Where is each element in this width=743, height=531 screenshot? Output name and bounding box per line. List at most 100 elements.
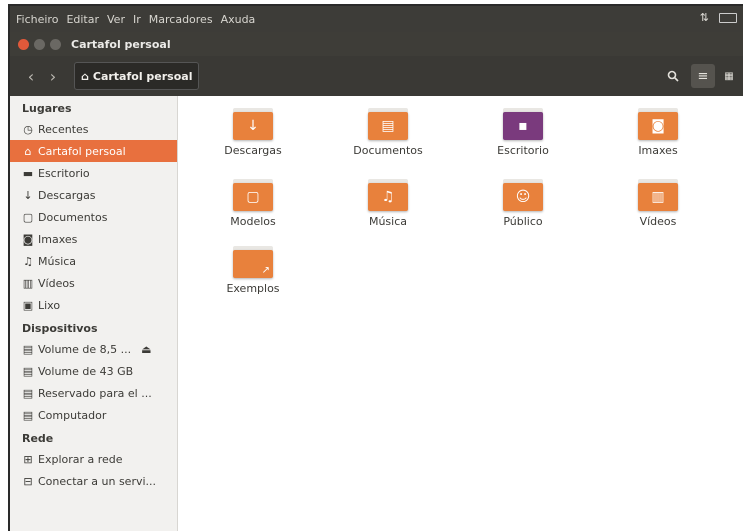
- sidebar-item-explorar-rede[interactable]: ⊞ Explorar a rede: [10, 448, 177, 470]
- desktop-icon: ▪: [503, 112, 543, 140]
- sidebar-item-documentos[interactable]: ▢ Documentos: [10, 206, 177, 228]
- maximize-button[interactable]: [50, 38, 61, 50]
- sidebar-item-volume-8-5[interactable]: ▤ Volume de 8,5 ... ⏏: [10, 338, 177, 360]
- sidebar-item-label: Imaxes: [38, 232, 78, 246]
- sidebar-header-devices: Dispositivos: [22, 322, 98, 335]
- folder-icon: ☺: [503, 179, 543, 211]
- folder-icon: ▪: [503, 108, 543, 140]
- music-icon: ♫: [23, 254, 33, 268]
- toolbar: ‹ › ⌂ Cartafol persoal ≡ ▦: [10, 56, 743, 96]
- sidebar-item-musica[interactable]: ♫ Música: [10, 250, 177, 272]
- sidebar-header-places: Lugares: [22, 102, 72, 115]
- sidebar-item-volume-43gb[interactable]: ▤ Volume de 43 GB: [10, 360, 177, 382]
- menu-axuda[interactable]: Axuda: [221, 13, 256, 26]
- sidebar-item-label: Conectar a un servi...: [38, 474, 157, 488]
- menu-ver[interactable]: Ver: [107, 13, 125, 26]
- link-icon: ↗: [233, 250, 273, 278]
- sidebar-item-label: Documentos: [38, 210, 108, 224]
- camera-icon: ◙: [638, 112, 678, 140]
- sidebar-item-recentes[interactable]: ◷ Recentes: [10, 118, 177, 140]
- path-button-home[interactable]: ⌂ Cartafol persoal: [74, 62, 200, 90]
- film-icon: ▥: [22, 276, 34, 290]
- folder-musica[interactable]: ♫ Música: [333, 179, 443, 228]
- sidebar-item-descargas[interactable]: ↓ Descargas: [10, 184, 177, 206]
- menu-ir[interactable]: Ir: [133, 13, 141, 26]
- folder-label: Escritorio: [497, 144, 549, 157]
- camera-icon: ◙: [22, 232, 34, 246]
- file-manager-window: Ficheiro Editar Ver Ir Marcadores Axuda …: [8, 4, 743, 531]
- folder-icon: ↗: [233, 246, 273, 278]
- sidebar-item-escritorio[interactable]: ▬ Escritorio: [10, 162, 177, 184]
- folder-label: Descargas: [224, 144, 282, 157]
- menu-bar: Ficheiro Editar Ver Ir Marcadores Axuda …: [10, 6, 743, 32]
- menu-ficheiro[interactable]: Ficheiro: [16, 13, 58, 26]
- music-icon: ♫: [368, 183, 408, 211]
- home-icon: ⌂: [24, 144, 32, 158]
- folder-descargas[interactable]: ↓ Descargas: [198, 108, 308, 157]
- network-updown-icon[interactable]: ⇅: [700, 11, 709, 24]
- drive-icon: ▤: [22, 386, 34, 400]
- folder-modelos[interactable]: ▢ Modelos: [198, 179, 308, 228]
- folder-icon: ▢: [233, 179, 273, 211]
- sidebar-item-label: Música: [38, 254, 77, 268]
- minimize-button[interactable]: [34, 38, 45, 50]
- sidebar-item-label: Volume de 43 GB: [38, 364, 134, 378]
- sidebar-item-label: Lixo: [38, 298, 61, 312]
- sidebar-item-label: Cartafol persoal: [38, 144, 126, 158]
- folder-icon: ▤: [368, 108, 408, 140]
- back-button[interactable]: ‹: [20, 63, 42, 89]
- sidebar-item-cartafol-persoal[interactable]: ⌂ Cartafol persoal: [10, 140, 177, 162]
- document-icon: ▢: [22, 210, 34, 224]
- grid-view-button[interactable]: ▦: [717, 64, 741, 88]
- menu-editar[interactable]: Editar: [66, 13, 99, 26]
- folder-icon: ♫: [368, 179, 408, 211]
- trash-icon: ▣: [22, 298, 34, 312]
- sidebar-item-videos[interactable]: ▥ Vídeos: [10, 272, 177, 294]
- forward-button[interactable]: ›: [42, 63, 64, 89]
- folder-publico[interactable]: ☺ Público: [468, 179, 578, 228]
- folder-escritorio[interactable]: ▪ Escritorio: [468, 108, 578, 157]
- folder-exemplos[interactable]: ↗ Exemplos: [198, 246, 308, 295]
- battery-icon[interactable]: [719, 12, 737, 23]
- folder-imaxes[interactable]: ◙ Imaxes: [603, 108, 713, 157]
- eject-icon[interactable]: ⏏: [141, 343, 151, 356]
- sidebar-item-label: Escritorio: [38, 166, 90, 180]
- folder-view: ↓ Descargas ▤ Documentos ▪ Escritorio ◙ …: [178, 96, 743, 531]
- folder-icon: ↓: [233, 108, 273, 140]
- folder-icon: ◙: [638, 108, 678, 140]
- folder-label: Vídeos: [639, 215, 677, 228]
- folder-label: Exemplos: [226, 282, 280, 295]
- folder-label: Público: [503, 215, 543, 228]
- desktop-icon: ▬: [22, 166, 34, 180]
- list-view-button[interactable]: ≡: [691, 64, 715, 88]
- sidebar-item-label: Computador: [38, 408, 107, 422]
- server-icon: ⊟: [23, 474, 33, 488]
- search-button[interactable]: [661, 64, 685, 88]
- sidebar-header-network: Rede: [22, 432, 54, 445]
- sidebar-item-lixo[interactable]: ▣ Lixo: [10, 294, 177, 316]
- list-icon: ≡: [697, 68, 709, 84]
- search-icon: [667, 70, 679, 82]
- sidebar-item-label: Explorar a rede: [38, 452, 123, 466]
- drive-icon: ▤: [22, 364, 34, 378]
- folder-documentos[interactable]: ▤ Documentos: [333, 108, 443, 157]
- sidebar-item-conectar-servidor[interactable]: ⊟ Conectar a un servi...: [10, 470, 177, 492]
- sidebar-item-label: Volume de 8,5 ...: [38, 342, 132, 356]
- sidebar-item-computador[interactable]: ▤ Computador: [10, 404, 177, 426]
- person-icon: ☺: [503, 183, 543, 211]
- film-icon: ▥: [638, 183, 678, 211]
- title-bar: Cartafol persoal: [10, 32, 743, 56]
- menu-marcadores[interactable]: Marcadores: [149, 13, 213, 26]
- drive-icon: ▤: [22, 342, 34, 356]
- sidebar-item-label: Recentes: [38, 122, 89, 136]
- drive-icon: ▤: [22, 408, 34, 422]
- sidebar-item-reservado[interactable]: ▤ Reservado para el ...: [10, 382, 177, 404]
- sidebar-item-imaxes[interactable]: ◙ Imaxes: [10, 228, 177, 250]
- sidebar-item-label: Reservado para el ...: [38, 386, 152, 400]
- template-icon: ▢: [233, 183, 273, 211]
- folder-videos[interactable]: ▥ Vídeos: [603, 179, 713, 228]
- close-button[interactable]: [18, 38, 29, 50]
- download-icon: ↓: [23, 188, 33, 202]
- grid-icon: ▦: [724, 70, 734, 82]
- sidebar: Lugares ◷ Recentes ⌂ Cartafol persoal ▬ Esc…: [10, 96, 178, 531]
